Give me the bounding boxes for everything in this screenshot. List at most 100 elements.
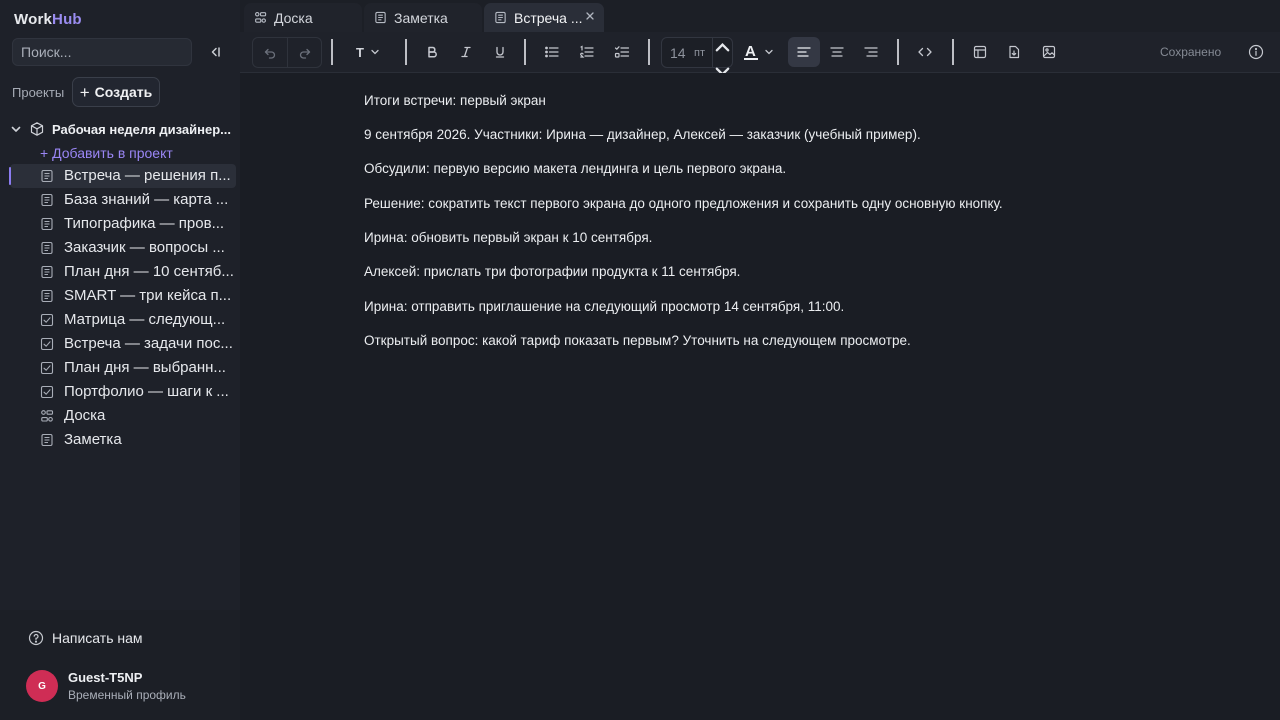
tab-bar: Доска Заметка Встреча ...	[240, 0, 1280, 32]
document-icon	[495, 11, 506, 24]
chevron-up-icon[interactable]	[713, 38, 732, 57]
numbered-list-button[interactable]	[575, 37, 599, 67]
add-to-project-link[interactable]: + Добавить в проект	[40, 145, 173, 161]
plus-icon: +	[79, 82, 90, 102]
toolbar-separator	[648, 39, 650, 65]
sidebar: WorkHub Проекты + Создать Рабочая неделя…	[0, 0, 240, 720]
document-icon	[41, 193, 53, 207]
sidebar-item-note[interactable]: Заметка	[0, 428, 240, 452]
sidebar-item-label: Встреча — решения п...	[64, 167, 231, 184]
sidebar-item-typography[interactable]: Типографика — пров...	[0, 212, 240, 236]
info-icon	[1248, 44, 1264, 60]
insert-table-button[interactable]	[968, 37, 992, 67]
app-logo[interactable]: WorkHub	[14, 11, 82, 28]
sidebar-item-day-plan-selected[interactable]: План дня — выбранн...	[0, 356, 240, 380]
insert-file-button[interactable]	[1002, 37, 1026, 67]
document-list: Встреча — решения п... База знаний — кар…	[0, 164, 240, 452]
editor-line[interactable]: Обсудили: первую версию макета лендинга …	[364, 161, 786, 176]
logo-work: Work	[14, 11, 53, 28]
numbered-list-icon	[580, 45, 594, 58]
underline-button[interactable]	[488, 37, 512, 67]
chevron-down-icon	[371, 49, 379, 55]
image-icon	[1042, 45, 1056, 59]
text-color-icon: A	[744, 43, 758, 61]
align-center-button[interactable]	[825, 37, 849, 67]
font-size-stepper[interactable]: 14 пт	[661, 37, 733, 76]
font-size-value: 14	[670, 45, 686, 61]
align-left-button[interactable]	[788, 37, 820, 67]
toolbar-separator	[405, 39, 407, 65]
save-status: Сохранено	[1160, 45, 1222, 59]
text-style-dropdown[interactable]: T	[348, 37, 388, 67]
contact-us-link[interactable]: Написать нам	[28, 630, 143, 646]
font-size-unit: пт	[694, 47, 705, 59]
sidebar-item-label: Доска	[64, 407, 106, 424]
document-editor[interactable]: Итоги встречи: первый экран 9 сентября 2…	[240, 73, 1280, 720]
editor-toolbar: T 14 пт A Сохранено	[240, 32, 1280, 76]
sidebar-item-matrix[interactable]: Матрица — следующ...	[0, 308, 240, 332]
redo-button[interactable]	[288, 38, 322, 67]
sidebar-item-label: План дня — выбранн...	[64, 359, 226, 376]
code-button[interactable]	[913, 37, 937, 67]
tab-meeting-active[interactable]: Встреча ...	[484, 3, 604, 32]
bullet-list-button[interactable]	[540, 37, 564, 67]
editor-line[interactable]: Алексей: прислать три фотографии продукт…	[364, 264, 740, 279]
sidebar-item-board[interactable]: Доска	[0, 404, 240, 428]
sidebar-item-meeting-tasks[interactable]: Встреча — задачи пос...	[0, 332, 240, 356]
align-left-icon	[797, 47, 811, 57]
logo-hub: Hub	[52, 11, 82, 28]
info-button[interactable]	[1244, 37, 1268, 67]
toolbar-separator	[331, 39, 333, 65]
close-icon[interactable]	[584, 10, 596, 22]
avatar[interactable]: G	[26, 670, 58, 702]
insert-image-button[interactable]	[1037, 37, 1061, 67]
board-icon	[255, 12, 267, 23]
sidebar-item-day-plan-10[interactable]: План дня — 10 сентяб...	[0, 260, 240, 284]
bold-button[interactable]	[420, 37, 444, 67]
chevron-down-icon[interactable]	[10, 123, 22, 135]
italic-button[interactable]	[454, 37, 478, 67]
tab-label: Заметка	[394, 9, 448, 26]
history-group	[252, 37, 322, 68]
sidebar-item-portfolio[interactable]: Портфолио — шаги к ...	[0, 380, 240, 404]
toolbar-separator	[524, 39, 526, 65]
editor-line[interactable]: Решение: сократить текст первого экрана …	[364, 196, 1003, 211]
align-center-icon	[830, 47, 844, 57]
text-color-swatch	[744, 58, 758, 60]
checklist-icon	[614, 46, 630, 58]
sidebar-item-meeting-decisions[interactable]: Встреча — решения п...	[9, 164, 236, 188]
collapse-sidebar-button[interactable]	[204, 42, 226, 62]
sidebar-item-label: Заказчик — вопросы ...	[64, 239, 225, 256]
document-icon	[41, 217, 53, 231]
editor-line[interactable]: Ирина: отправить приглашение на следующи…	[364, 299, 844, 314]
align-right-button[interactable]	[859, 37, 883, 67]
table-icon	[973, 45, 987, 59]
tab-board[interactable]: Доска	[244, 3, 362, 32]
project-row[interactable]: Рабочая неделя дизайнер...	[10, 119, 238, 139]
sidebar-item-label: SMART — три кейса п...	[64, 287, 232, 304]
editor-line[interactable]: Ирина: обновить первый экран к 10 сентяб…	[364, 230, 652, 245]
sidebar-item-knowledge-base[interactable]: База знаний — карта ...	[0, 188, 240, 212]
bold-icon	[428, 46, 437, 58]
tab-label: Доска	[274, 9, 313, 26]
undo-button[interactable]	[253, 38, 287, 67]
editor-line-title[interactable]: Итоги встречи: первый экран	[364, 93, 546, 108]
text-style-label: T	[356, 44, 364, 60]
app-window: WorkHub Проекты + Создать Рабочая неделя…	[0, 0, 1280, 720]
checklist-button[interactable]	[610, 37, 634, 67]
sidebar-item-label: Встреча — задачи пос...	[64, 335, 233, 352]
search-input[interactable]	[12, 38, 192, 66]
user-name: Guest-T5NP	[68, 670, 143, 685]
sidebar-item-label: Заметка	[64, 431, 122, 448]
editor-line[interactable]: 9 сентября 2026. Участники: Ирина — диза…	[364, 127, 921, 142]
sidebar-item-smart[interactable]: SMART — три кейса п...	[0, 284, 240, 308]
tab-note[interactable]: Заметка	[364, 3, 482, 32]
editor-line[interactable]: Открытый вопрос: какой тариф показать пе…	[364, 333, 911, 348]
sidebar-item-client-questions[interactable]: Заказчик — вопросы ...	[0, 236, 240, 260]
sidebar-item-label: План дня — 10 сентяб...	[64, 263, 234, 280]
create-button[interactable]: + Создать	[72, 77, 160, 107]
user-subtitle: Временный профиль	[68, 688, 186, 702]
create-button-label: Создать	[94, 84, 153, 100]
text-color-dropdown[interactable]: A	[742, 37, 776, 67]
collapse-sidebar-icon	[211, 47, 220, 57]
